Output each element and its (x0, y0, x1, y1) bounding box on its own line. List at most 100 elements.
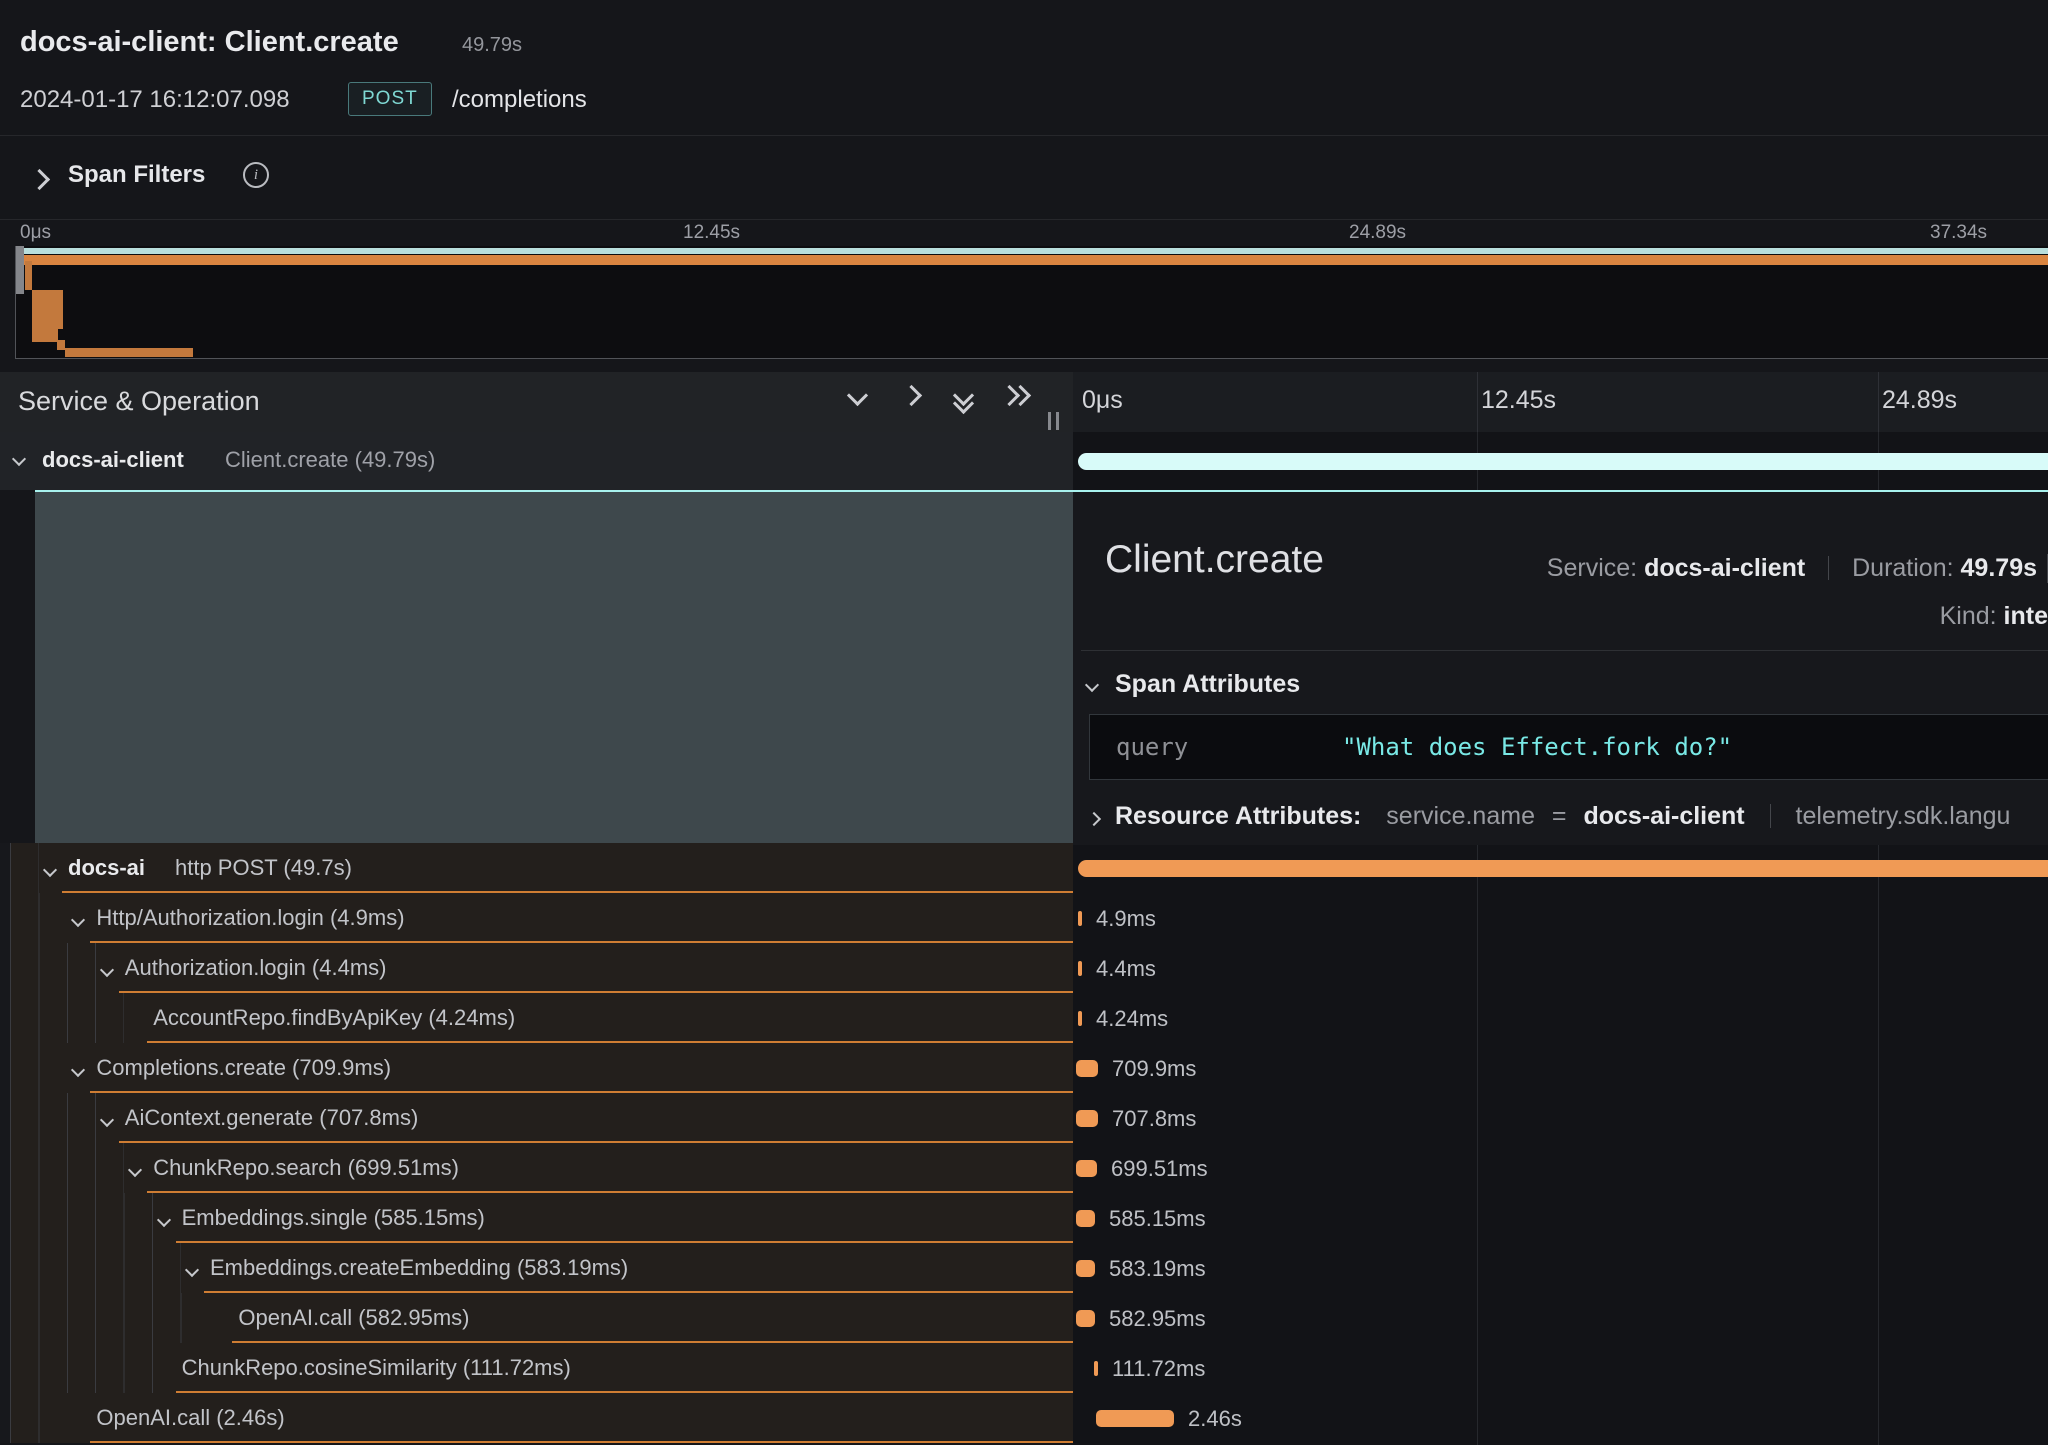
span-row[interactable]: ChunkRepo.search (699.51ms)699.51ms (0, 1143, 2048, 1193)
indent-guides (10, 1043, 67, 1093)
chevron-down-icon[interactable] (159, 1212, 169, 1230)
span-row[interactable]: AccountRepo.findByApiKey (4.24ms) 4.24ms (0, 993, 2048, 1043)
chevron-down-icon[interactable] (73, 912, 83, 930)
expand-all-button[interactable] (998, 388, 1032, 418)
indent-guides (10, 1193, 153, 1243)
span-attributes-title[interactable]: Span Attributes (1115, 670, 1300, 699)
span-duration-label: 4.24ms (1096, 1006, 1168, 1032)
trace-title: docs-ai-client: Client.create (20, 26, 399, 59)
span-row[interactable]: AiContext.generate (707.8ms) 707.8ms (0, 1093, 2048, 1143)
span-duration-bar[interactable] (1076, 1110, 1098, 1127)
span-operation: AiContext.generate (707.8ms) (125, 1105, 419, 1131)
chevron-down-icon[interactable] (102, 1112, 112, 1130)
trace-duration: 49.79s (462, 34, 522, 57)
span-row[interactable]: Http/Authorization.login (4.9ms)4.9ms (0, 893, 2048, 943)
minimap-http-span-bar (16, 255, 2048, 265)
span-filters-section[interactable]: Span Filters i (0, 136, 2048, 220)
indent-guides (10, 1243, 181, 1293)
span-duration-bar[interactable] (1076, 1210, 1095, 1227)
span-row[interactable]: Completions.create (709.9ms)709.9ms (0, 1043, 2048, 1093)
timeline-tick-label: 24.89s (1882, 386, 1957, 415)
chevron-down-icon (846, 385, 867, 406)
indent-guides (10, 893, 67, 943)
trace-timestamp: 2024-01-17 16:12:07.098 (20, 86, 290, 114)
chevron-down-icon[interactable] (130, 1162, 140, 1180)
chevron-down-icon[interactable] (1085, 678, 1099, 692)
span-detail-region: Client.create Service: docs-ai-client Du… (0, 490, 2048, 843)
indent-guides (10, 1393, 67, 1443)
service-operation-header: Service & Operation (0, 372, 1074, 433)
column-resize-grip[interactable] (1048, 412, 1062, 430)
minimap-root-span-bar (16, 248, 2048, 254)
span-row[interactable]: Authorization.login (4.4ms)4.4ms (0, 943, 2048, 993)
trace-minimap: 0μs12.45s24.89s37.34s (0, 219, 2048, 360)
indent-guides (10, 993, 124, 1043)
minimap-canvas[interactable] (15, 246, 2048, 359)
timeline-header: 0μs12.45s24.89s (1073, 372, 2048, 433)
detail-duration-label: Duration: (1852, 554, 1953, 582)
minimap-viewport-handle[interactable] (16, 246, 24, 294)
info-icon[interactable]: i (243, 162, 269, 188)
span-duration-label: 2.46s (1188, 1406, 1242, 1432)
span-duration-bar[interactable] (1076, 1310, 1095, 1327)
chevron-down-icon[interactable] (73, 1062, 83, 1080)
span-operation: Client.create (49.79s) (225, 447, 435, 473)
chevron-down-icon[interactable] (12, 452, 26, 466)
span-duration-label: 707.8ms (1112, 1106, 1196, 1132)
collapse-one-button[interactable] (840, 388, 874, 418)
span-operation: Completions.create (709.9ms) (96, 1055, 391, 1081)
span-duration-label: 585.15ms (1109, 1206, 1206, 1232)
span-operation: Embeddings.createEmbedding (583.19ms) (210, 1255, 628, 1281)
http-method-badge: POST (348, 82, 432, 116)
minimap-span-block (57, 340, 65, 350)
span-duration-bar[interactable] (1078, 860, 2048, 877)
span-row-root[interactable]: docs-ai-client Client.create (49.79s) (0, 432, 2048, 490)
span-row[interactable]: Embeddings.createEmbedding (583.19ms)583… (0, 1243, 2048, 1293)
resource-attributes-line[interactable]: Resource Attributes: service.name = docs… (1115, 802, 2048, 831)
chevron-down-icon[interactable] (187, 1262, 197, 1280)
attribute-key: query (1116, 733, 1188, 761)
span-row[interactable]: ChunkRepo.cosineSimilarity (111.72ms)111… (0, 1343, 2048, 1393)
divider (1828, 556, 1829, 580)
span-duration-bar[interactable] (1076, 1260, 1095, 1277)
trace-rows-viewport: docs-ai-client Client.create (49.79s) Cl… (0, 432, 2048, 1445)
collapse-all-button[interactable] (946, 388, 980, 418)
columns-header: Service & Operation 0μs12.45s24.89s (0, 372, 2048, 432)
detail-kind-label: Kind: (1940, 602, 1997, 630)
detail-kind: Kind: inte (1940, 602, 2048, 631)
span-duration-bar[interactable] (1078, 961, 1082, 976)
span-service: docs-ai (68, 855, 145, 881)
span-duration-bar[interactable] (1076, 1160, 1097, 1177)
span-row[interactable]: OpenAI.call (582.95ms)582.95ms (0, 1293, 2048, 1343)
span-duration-bar[interactable] (1096, 1410, 1174, 1427)
trace-view-app: { "header": { "title": "docs-ai-client: … (0, 0, 2048, 1445)
span-duration-bar[interactable] (1078, 1011, 1082, 1026)
minimap-span-block (25, 261, 32, 290)
span-operation: OpenAI.call (582.95ms) (238, 1305, 469, 1331)
expand-one-button[interactable] (894, 388, 928, 418)
span-row[interactable]: OpenAI.call (2.46s)2.46s (0, 1393, 2048, 1443)
span-operation: AccountRepo.findByApiKey (4.24ms) (153, 1005, 515, 1031)
span-operation: http POST (49.7s) (175, 855, 352, 881)
minimap-span-block (32, 329, 58, 342)
span-row[interactable]: docs-ai http POST (49.7s) (0, 843, 2048, 893)
divider (1770, 804, 1771, 828)
span-row[interactable]: Embeddings.single (585.15ms)585.15ms (0, 1193, 2048, 1243)
span-duration-bar[interactable] (1094, 1361, 1098, 1376)
root-span-duration-bar[interactable] (1078, 453, 2048, 470)
span-duration-label: 699.51ms (1111, 1156, 1208, 1182)
span-duration-bar[interactable] (1076, 1060, 1098, 1077)
chevron-down-icon[interactable] (45, 862, 55, 880)
detail-kind-value: inte (2004, 602, 2048, 630)
service-color-underline (90, 1441, 1073, 1443)
span-duration-label: 4.9ms (1096, 906, 1156, 932)
chevron-right-icon[interactable] (29, 169, 50, 190)
span-filters-label[interactable]: Span Filters (68, 161, 205, 189)
span-duration-label: 4.4ms (1096, 956, 1156, 982)
span-detail-panel: Client.create Service: docs-ai-client Du… (1073, 490, 2048, 845)
divider (1081, 650, 2048, 651)
chevron-down-icon[interactable] (102, 962, 112, 980)
span-duration-label: 111.72ms (1112, 1356, 1205, 1382)
chevron-right-icon[interactable] (1087, 812, 1101, 826)
span-duration-bar[interactable] (1078, 911, 1082, 926)
